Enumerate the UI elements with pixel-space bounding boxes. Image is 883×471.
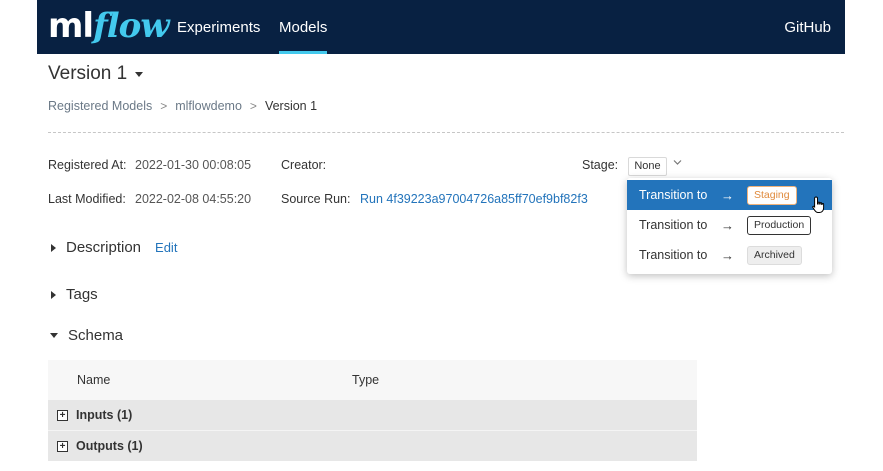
source-run-link[interactable]: Run 4f39223a97004726a85ff70ef9bf82f3 (360, 192, 588, 206)
top-navbar: mlflow Experiments Models GitHub (37, 0, 845, 54)
schema-row-outputs[interactable]: + Outputs (1) (48, 431, 697, 461)
nav-models[interactable]: Models (279, 0, 328, 54)
menu-item-label: Transition to (639, 248, 708, 262)
plus-square-icon[interactable]: + (57, 409, 68, 421)
description-section-toggle[interactable]: Description Edit (48, 239, 177, 256)
schema-row-label: Inputs (1) (76, 408, 133, 422)
archived-tag: Archived (747, 245, 802, 265)
caret-right-icon (51, 243, 56, 252)
nav-github[interactable]: GitHub (784, 0, 831, 54)
tags-section-toggle[interactable]: Tags (48, 286, 98, 303)
arrow-right-icon: → (721, 217, 734, 233)
last-modified-value: 2022-02-08 04:55:20 (135, 192, 252, 206)
schema-table-header: Name Type (48, 360, 697, 400)
page-title: Version 1 (48, 63, 128, 84)
nav-experiments[interactable]: Experiments (177, 0, 260, 54)
plus-square-icon[interactable]: + (57, 440, 68, 452)
description-heading: Description (66, 239, 142, 256)
menu-item-label: Transition to (639, 188, 708, 202)
schema-section-toggle[interactable]: Schema (48, 327, 123, 344)
stage-label: Stage: (582, 158, 619, 172)
logo-flow: flow (93, 6, 169, 46)
breadcrumb: Registered Models > mlflowdemo > Version… (48, 99, 317, 113)
last-modified-label: Last Modified: (48, 192, 126, 206)
menu-item-label: Transition to (639, 218, 708, 232)
arrow-right-icon: → (721, 187, 734, 203)
registered-at-value: 2022-01-30 00:08:05 (135, 158, 252, 172)
schema-heading: Schema (68, 327, 124, 344)
mlflow-logo[interactable]: mlflow (48, 6, 170, 46)
column-header-name[interactable]: Name (77, 373, 110, 387)
tags-heading: Tags (66, 286, 98, 303)
breadcrumb-registered-models[interactable]: Registered Models (48, 99, 152, 113)
caret-right-icon (51, 290, 56, 299)
stage-select[interactable]: None (628, 157, 667, 176)
caret-down-icon (135, 71, 144, 77)
transition-to-production[interactable]: Transition to → Production (627, 210, 832, 240)
source-run-value-wrapper: Run 4f39223a97004726a85ff70ef9bf82f3 (360, 192, 588, 206)
column-header-type[interactable]: Type (352, 373, 379, 387)
breadcrumb-current: Version 1 (264, 99, 318, 113)
breadcrumb-separator-icon: > (249, 99, 257, 113)
transition-to-staging[interactable]: Transition to → Staging (627, 180, 832, 210)
production-tag: Production (747, 215, 812, 235)
breadcrumb-separator-icon: > (160, 99, 168, 113)
arrow-right-icon: → (721, 247, 734, 263)
schema-table: Name Type + Inputs (1) + Outputs (1) (48, 360, 697, 461)
transition-to-archived[interactable]: Transition to → Archived (627, 240, 832, 270)
edit-description-link[interactable]: Edit (155, 240, 177, 255)
staging-tag: Staging (747, 185, 797, 205)
source-run-label: Source Run: (281, 192, 351, 206)
logo-ml: ml (48, 6, 94, 46)
registered-at-label: Registered At: (48, 158, 127, 172)
chevron-down-icon[interactable] (673, 159, 682, 166)
hand-cursor-icon (812, 196, 825, 213)
breadcrumb-model[interactable]: mlflowdemo (175, 99, 242, 113)
creator-label: Creator: (281, 158, 327, 172)
caret-down-icon (50, 333, 58, 338)
divider (48, 132, 844, 133)
stage-transition-menu: Transition to → Staging Transition to → … (627, 178, 832, 274)
schema-row-label: Outputs (1) (76, 439, 143, 453)
version-dropdown[interactable]: Version 1 (48, 63, 144, 85)
schema-row-inputs[interactable]: + Inputs (1) (48, 400, 697, 430)
